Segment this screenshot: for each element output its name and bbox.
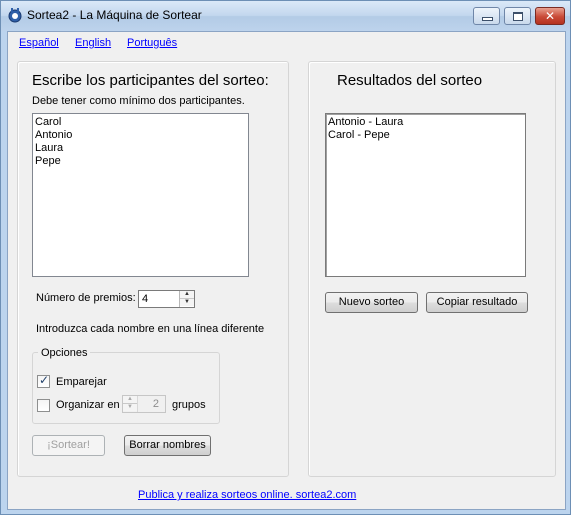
spin-down-icon[interactable]: ▼ <box>180 299 194 306</box>
title-bar[interactable]: Sortea2 - La Máquina de Sortear ✕ <box>1 1 570 31</box>
participants-hint: Debe tener como mínimo dos participantes… <box>32 95 245 107</box>
language-link-spanish[interactable]: Español <box>19 37 59 49</box>
spin-up-icon: ▲ <box>123 396 137 404</box>
participant-line: Pepe <box>35 155 61 167</box>
participants-panel: Escribe los participantes del sorteo: De… <box>17 61 289 477</box>
pair-checkbox[interactable] <box>37 373 50 388</box>
participant-line: Laura <box>35 142 64 154</box>
organize-checkbox[interactable] <box>37 399 50 412</box>
language-link-portuguese[interactable]: Português <box>127 37 177 49</box>
app-window: Sortea2 - La Máquina de Sortear ✕ Españo… <box>0 0 571 515</box>
options-groupbox <box>32 352 220 424</box>
spin-down-icon: ▼ <box>123 404 137 411</box>
groups-stepper: ▲ ▼ 2 <box>122 395 166 413</box>
maximize-button[interactable] <box>504 7 531 25</box>
participants-heading: Escribe los participantes del sorteo: <box>32 72 269 89</box>
prizes-stepper[interactable]: 4 ▲ ▼ <box>138 290 195 308</box>
line-hint: Introduzca cada nombre en una línea dife… <box>36 323 265 335</box>
draw-button[interactable]: ¡Sortear! <box>32 435 105 456</box>
groups-spin: ▲ ▼ <box>123 396 138 412</box>
result-line: Antonio - Laura <box>328 116 404 128</box>
results-panel: Resultados del sorteo Antonio - Laura Ca… <box>308 61 556 477</box>
groups-label: grupos <box>172 399 206 411</box>
language-link-english[interactable]: English <box>75 37 111 49</box>
groups-value: 2 <box>152 398 159 410</box>
close-icon: ✕ <box>544 9 556 23</box>
minimize-button[interactable] <box>473 7 500 25</box>
participants-textbox[interactable]: Carol Antonio Laura Pepe <box>32 113 249 277</box>
window-title: Sortea2 - La Máquina de Sortear <box>27 8 202 22</box>
copy-result-button[interactable]: Copiar resultado <box>426 292 528 313</box>
options-legend: Opciones <box>38 347 91 359</box>
result-line: Carol - Pepe <box>328 129 390 141</box>
spin-up-icon[interactable]: ▲ <box>180 291 194 299</box>
client-area: Español English Português Escribe los pa… <box>7 31 566 510</box>
prizes-label: Número de premios: <box>36 292 136 304</box>
pair-label[interactable]: Emparejar <box>56 376 107 388</box>
organize-label[interactable]: Organizar en <box>56 399 120 411</box>
clear-names-button[interactable]: Borrar nombres <box>124 435 211 456</box>
footer-link[interactable]: Publica y realiza sorteos online. sortea… <box>138 489 356 501</box>
results-heading: Resultados del sorteo <box>337 72 483 89</box>
app-icon <box>8 8 22 23</box>
participant-line: Carol <box>35 116 62 128</box>
participant-line: Antonio <box>35 129 73 141</box>
prizes-value: 4 <box>142 293 149 305</box>
results-textbox[interactable]: Antonio - Laura Carol - Pepe <box>325 113 526 277</box>
close-button[interactable]: ✕ <box>535 7 565 25</box>
prizes-spin[interactable]: ▲ ▼ <box>179 291 194 307</box>
new-draw-button[interactable]: Nuevo sorteo <box>325 292 418 313</box>
